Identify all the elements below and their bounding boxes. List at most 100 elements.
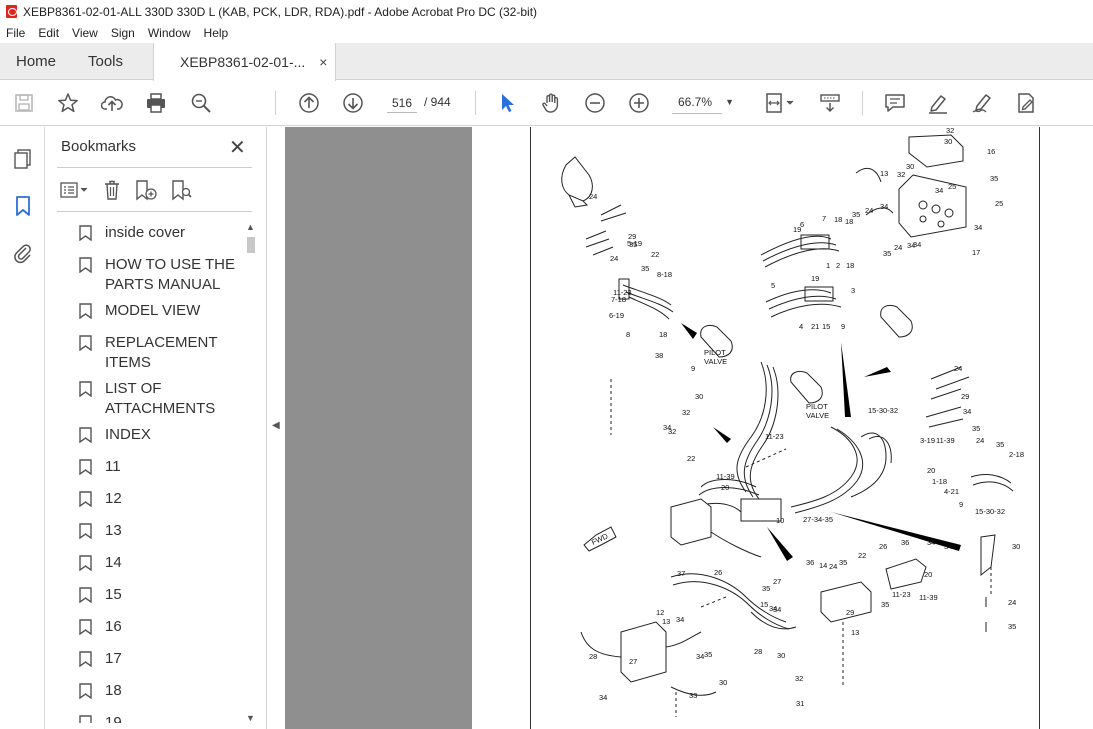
bookmark-item[interactable]: 14 — [75, 553, 243, 573]
callout-number: 34 — [974, 223, 982, 232]
callout-number: 24 — [589, 192, 597, 201]
callout-number: 22 — [687, 454, 695, 463]
callout-number: 11-23 — [892, 590, 911, 599]
bookmark-label: REPLACEMENT ITEMS — [105, 334, 218, 371]
tab-document[interactable]: XEBP8361-02-01-... × — [153, 43, 337, 81]
zoom-in-icon[interactable] — [627, 91, 651, 115]
highlight-icon[interactable] — [926, 91, 950, 115]
bookmark-item[interactable]: 19 — [75, 713, 243, 723]
bookmark-item[interactable]: 15 — [75, 585, 243, 605]
zoom-level-select[interactable]: 66.7% ▼ — [668, 90, 740, 114]
bookmark-item[interactable]: 12 — [75, 489, 243, 509]
pilot-valve-label: PILOT — [806, 402, 828, 411]
edit-pdf-icon[interactable] — [1014, 91, 1038, 115]
select-pointer-icon[interactable] — [495, 91, 519, 115]
callout-number: 34 — [913, 240, 921, 249]
callout-number: 34 — [963, 407, 971, 416]
bookmark-item[interactable]: REPLACEMENT ITEMS — [75, 333, 243, 373]
tab-close-button[interactable]: × — [319, 54, 327, 70]
zoom-search-icon[interactable] — [189, 91, 213, 115]
fit-page-icon[interactable] — [763, 91, 797, 115]
callout-number: 34 — [676, 615, 684, 624]
menu-view[interactable]: View — [72, 26, 98, 40]
callout-number: 18 — [846, 261, 854, 270]
menu-window[interactable]: Window — [148, 26, 191, 40]
callout-number: 4 — [799, 322, 803, 331]
callout-number: 35 — [839, 558, 847, 567]
bookmark-item[interactable]: 16 — [75, 617, 243, 637]
fwd-arrow: FWD — [583, 526, 617, 552]
panel-collapse-handle[interactable]: ◀ — [267, 127, 285, 729]
scroll-down-icon[interactable]: ▼ — [246, 713, 255, 723]
callout-number: 30 — [777, 651, 785, 660]
callout-number: 35 — [972, 424, 980, 433]
callout-number: 35 — [881, 600, 889, 609]
bookmark-icon — [79, 257, 92, 273]
tab-document-label: XEBP8361-02-01-... — [180, 54, 306, 70]
menu-edit[interactable]: Edit — [38, 26, 59, 40]
tab-home[interactable]: Home — [16, 43, 56, 80]
callout-number: 34 — [927, 538, 935, 547]
bookmark-item[interactable]: HOW TO USE THE PARTS MANUAL — [75, 255, 243, 295]
document-viewport[interactable]: FWD PILOT VALVE PILOT VALVE 32 30 16 13 32 30… — [285, 127, 1093, 729]
callout-number: 9 — [691, 364, 695, 373]
bookmark-item[interactable]: MODEL VIEW — [75, 301, 243, 321]
menu-sign[interactable]: Sign — [111, 26, 135, 40]
bookmark-item[interactable]: inside cover — [75, 223, 243, 243]
callout-number: 37 — [677, 569, 685, 578]
callout-number: 12 — [656, 608, 664, 617]
bookmark-item[interactable]: 18 — [75, 681, 243, 701]
scroll-thumb[interactable] — [247, 237, 255, 253]
scroll-mode-icon[interactable] — [818, 91, 842, 115]
new-bookmark-icon[interactable] — [134, 179, 158, 201]
find-bookmark-icon[interactable] — [170, 179, 194, 201]
zoom-out-icon[interactable] — [583, 91, 607, 115]
close-bookmarks-button[interactable]: ✕ — [229, 135, 246, 160]
sign-icon[interactable] — [970, 91, 994, 115]
callout-number: 35 — [704, 650, 712, 659]
callout-number: 2-18 — [1009, 450, 1024, 459]
page-down-icon[interactable] — [341, 91, 365, 115]
scroll-up-icon[interactable]: ▲ — [246, 222, 255, 232]
attachment-icon[interactable] — [11, 241, 35, 265]
bookmark-item[interactable]: 17 — [75, 649, 243, 669]
callout-number: 34 — [663, 423, 671, 432]
bookmark-icon — [79, 491, 92, 507]
toolbar-separator — [862, 91, 863, 115]
hand-icon[interactable] — [539, 91, 563, 115]
bookmarks-scrollbar[interactable]: ▲ ▼ — [244, 220, 258, 725]
bookmark-icon — [79, 335, 92, 351]
callout-number: 20 — [924, 570, 932, 579]
page-number-input[interactable]: 516 — [384, 90, 420, 114]
page-up-icon[interactable] — [297, 91, 321, 115]
page-thumbnails-icon[interactable] — [11, 147, 35, 171]
bookmark-item[interactable]: LIST OF ATTACHMENTS — [75, 379, 243, 419]
bookmark-label: 19 — [105, 714, 122, 723]
comment-icon[interactable] — [883, 91, 907, 115]
pilot-valve-label: VALVE — [806, 411, 829, 420]
pilot-valve-label: VALVE — [704, 357, 727, 366]
callout-number: 15-30-32 — [975, 507, 1005, 516]
callout-number: 34 — [599, 693, 607, 702]
menu-help[interactable]: Help — [204, 26, 229, 40]
callout-number: 4-21 — [944, 487, 959, 496]
print-icon[interactable] — [144, 91, 168, 115]
save-icon[interactable] — [12, 91, 36, 115]
upload-icon[interactable] — [100, 91, 124, 115]
tab-bar: Home Tools XEBP8361-02-01-... × — [0, 43, 1093, 81]
bookmark-options-icon[interactable] — [60, 180, 90, 200]
star-icon[interactable] — [56, 91, 80, 115]
callout-number: 34 — [880, 202, 888, 211]
collapse-arrow-icon: ◀ — [272, 420, 280, 431]
bookmark-item[interactable]: INDEX — [75, 425, 243, 445]
bookmark-item[interactable]: 11 — [75, 457, 243, 477]
menu-file[interactable]: File — [6, 26, 25, 40]
callout-number: 11-39 — [936, 436, 955, 445]
callout-number: 27 — [773, 577, 781, 586]
callout-number: 21 — [811, 322, 819, 331]
callout-number: 24 — [1008, 598, 1016, 607]
bookmark-panel-icon[interactable] — [11, 194, 35, 218]
bookmark-item[interactable]: 13 — [75, 521, 243, 541]
tab-tools[interactable]: Tools — [88, 43, 123, 80]
delete-bookmark-icon[interactable] — [102, 179, 122, 201]
